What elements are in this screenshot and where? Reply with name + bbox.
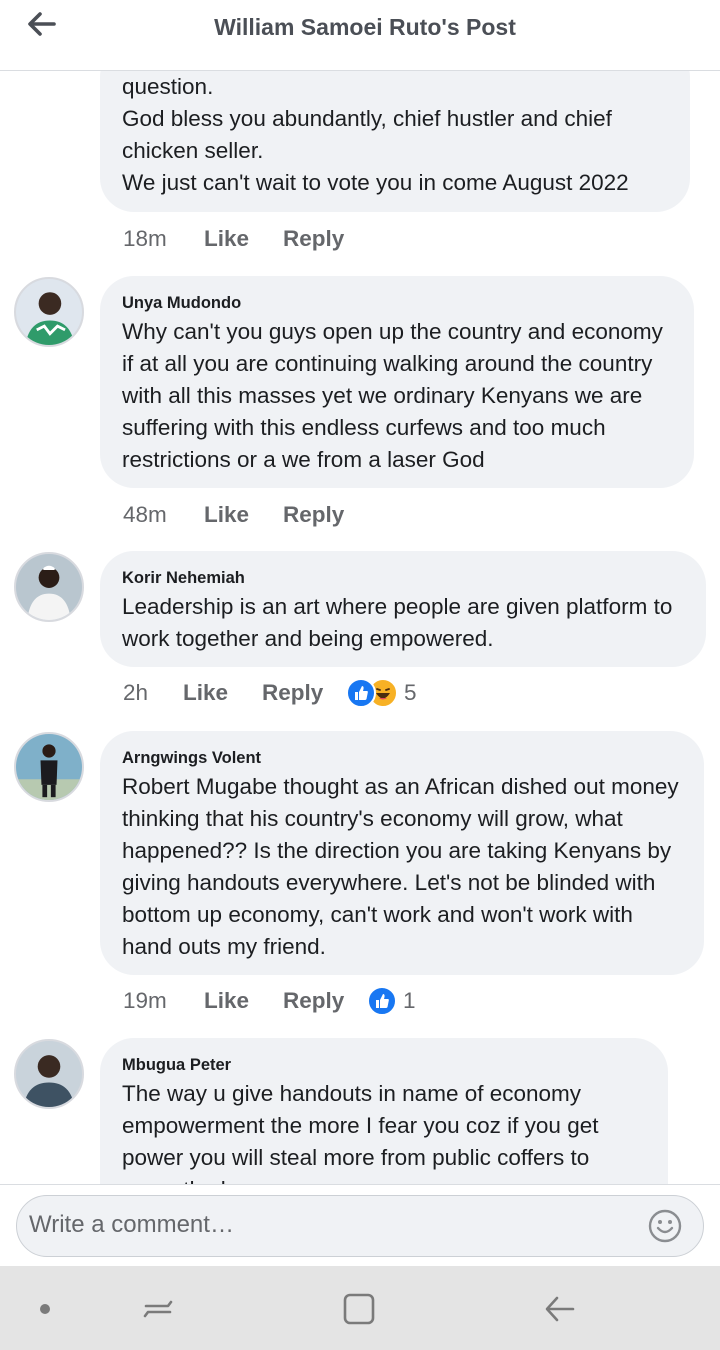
comment-input-placeholder: Write a comment… xyxy=(29,1211,234,1238)
avatar[interactable] xyxy=(14,277,84,347)
emoji-icon[interactable] xyxy=(647,1208,683,1244)
like-button[interactable]: Like xyxy=(183,680,262,706)
commenter-name[interactable]: Arngwings Volent xyxy=(122,748,682,768)
reply-button[interactable]: Reply xyxy=(283,988,365,1014)
commenter-name[interactable]: Unya Mudondo xyxy=(122,293,672,313)
comment-actions: 2h Like Reply 5 xyxy=(123,676,417,710)
comment-text: Robert Mugabe thought as an African dish… xyxy=(122,774,679,959)
like-button[interactable]: Like xyxy=(204,226,283,252)
comment-bubble: Korir Nehemiah Leadership is an art wher… xyxy=(100,551,706,667)
reaction-summary[interactable]: 5 xyxy=(346,678,417,708)
back-nav-icon[interactable] xyxy=(540,1288,580,1328)
reply-button[interactable]: Reply xyxy=(283,502,363,528)
comment-text: question. God bless you abundantly, chie… xyxy=(122,74,629,195)
avatar[interactable] xyxy=(14,1039,84,1109)
reply-button[interactable]: Reply xyxy=(262,680,344,706)
comment-bubble: Unya Mudondo Why can't you guys open up … xyxy=(100,276,694,488)
like-button[interactable]: Like xyxy=(204,502,283,528)
page-title: William Samoei Ruto's Post xyxy=(214,14,516,40)
comment-time: 19m xyxy=(123,988,167,1013)
recent-apps-icon[interactable] xyxy=(138,1288,178,1328)
comment-bubble: Arngwings Volent Robert Mugabe thought a… xyxy=(100,731,704,975)
comment-time: 2h xyxy=(123,680,149,705)
reaction-count[interactable]: 5 xyxy=(404,680,417,706)
reply-button[interactable]: Reply xyxy=(283,226,363,252)
dot-icon[interactable] xyxy=(25,1288,65,1328)
comment-time: 18m xyxy=(123,226,167,251)
home-icon[interactable] xyxy=(339,1288,379,1328)
comment-time: 48m xyxy=(123,502,167,527)
post-header: William Samoei Ruto's Post xyxy=(0,0,720,71)
reaction-count[interactable]: 1 xyxy=(403,988,416,1014)
comment-actions: 18m Like Reply xyxy=(123,222,363,256)
comment-actions: 48m Like Reply xyxy=(123,498,363,532)
comment-bubble: Mbugua Peter The way u give handouts in … xyxy=(100,1038,668,1184)
comment-composer: Write a comment… xyxy=(0,1184,720,1266)
comment-text: Why can't you guys open up the country a… xyxy=(122,319,663,472)
commenter-name[interactable]: Korir Nehemiah xyxy=(122,568,684,588)
comment-bubble: question. God bless you abundantly, chie… xyxy=(100,71,690,212)
like-reaction-icon xyxy=(346,678,376,708)
comment-actions: 19m Like Reply 1 xyxy=(123,984,416,1018)
avatar[interactable] xyxy=(14,732,84,802)
like-reaction-icon xyxy=(367,986,397,1016)
commenter-name[interactable]: Mbugua Peter xyxy=(122,1055,646,1075)
comment-input[interactable]: Write a comment… xyxy=(16,1195,704,1257)
avatar[interactable] xyxy=(14,552,84,622)
comments-feed[interactable]: question. God bless you abundantly, chie… xyxy=(0,71,720,1184)
reaction-summary[interactable]: 1 xyxy=(367,986,416,1016)
like-button[interactable]: Like xyxy=(204,988,283,1014)
comment-text: Leadership is an art where people are gi… xyxy=(122,594,673,651)
comment-text: The way u give handouts in name of econo… xyxy=(122,1081,599,1184)
system-nav-bar xyxy=(0,1266,720,1350)
